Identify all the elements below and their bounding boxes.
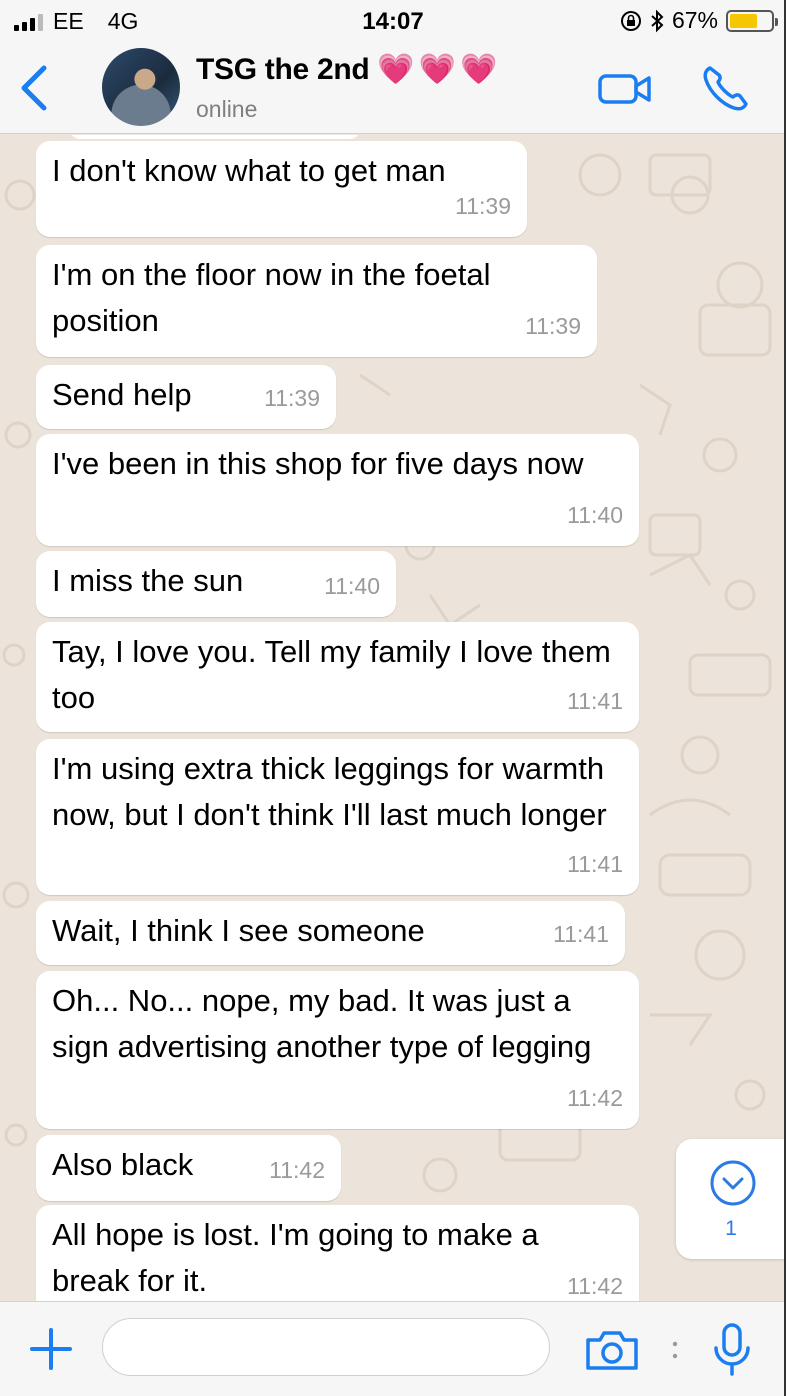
message-time: 11:39 (455, 193, 511, 219)
message-input[interactable] (102, 1318, 550, 1376)
message-bubble[interactable]: Send help 11:39 (36, 365, 336, 429)
battery-percent: 67% (671, 7, 718, 33)
message-bubble[interactable]: Wait, I think I see someone 11:41 (36, 901, 625, 965)
message-time: 11:40 (324, 573, 380, 599)
phone-icon[interactable] (700, 62, 752, 114)
contact-emoji: 💗💗💗 (377, 53, 502, 86)
chat-area[interactable]: I don't know what to get man 11:39 I'm o… (0, 135, 786, 1301)
message-time: 11:40 (567, 502, 623, 528)
message-text: Wait, I think I see someone (52, 913, 425, 948)
message-bubble[interactable]: I'm using extra thick leggings for warmt… (36, 739, 639, 895)
message-time: 11:39 (264, 385, 320, 411)
chevron-left-icon[interactable] (14, 62, 54, 114)
message-time: 11:39 (525, 313, 581, 339)
message-time: 11:41 (553, 921, 609, 947)
message-time: 11:42 (567, 1085, 623, 1111)
unread-count-badge: 1 (725, 1217, 737, 1240)
message-text: Oh... No... nope, my bad. It was just a … (52, 983, 592, 1064)
microphone-icon[interactable] (710, 1322, 754, 1378)
chevron-down-icon (710, 1160, 756, 1206)
message-text: I don't know what to get man (52, 153, 446, 188)
message-text: Tay, I love you. Tell my family I love t… (52, 634, 611, 715)
message-bubble[interactable]: I don't know what to get man 11:39 (36, 141, 527, 237)
message-text: All hope is lost. I'm going to make a br… (52, 1217, 539, 1298)
message-bubble[interactable]: I miss the sun 11:40 (36, 551, 396, 617)
bluetooth-icon (651, 9, 664, 32)
contact-name-text: TSG the 2nd (196, 53, 370, 86)
message-bubble[interactable]: I've been in this shop for five days now… (36, 434, 639, 546)
status-right: 67% (620, 7, 778, 34)
message-time: 11:41 (567, 688, 623, 714)
message-bubble[interactable]: I'm on the floor now in the foetal posit… (36, 245, 597, 357)
chat-header: TSG the 2nd 💗💗💗 online (0, 42, 786, 134)
battery-icon (726, 9, 778, 32)
message-text: I'm using extra thick leggings for warmt… (52, 751, 607, 832)
message-text: I'm on the floor now in the foetal posit… (52, 257, 491, 338)
message-time: 11:42 (567, 1273, 623, 1299)
contact-name[interactable]: TSG the 2nd 💗💗💗 (196, 52, 501, 87)
status-bar: EE 4G 14:07 67% (0, 0, 786, 42)
message-bubble[interactable]: Also black 11:42 (36, 1135, 341, 1201)
video-camera-icon[interactable] (597, 68, 653, 110)
plus-icon[interactable] (28, 1326, 74, 1372)
previous-message-edge (70, 135, 360, 139)
message-bubble[interactable]: All hope is lost. I'm going to make a br… (36, 1205, 639, 1301)
message-input-bar (0, 1301, 786, 1396)
avatar[interactable] (102, 48, 180, 126)
battery-level (730, 13, 757, 28)
message-text: I've been in this shop for five days now (52, 446, 584, 481)
camera-icon[interactable] (584, 1326, 640, 1372)
contact-status: online (196, 96, 258, 122)
message-bubble[interactable]: Oh... No... nope, my bad. It was just a … (36, 971, 639, 1129)
rotation-lock-icon (620, 10, 641, 31)
message-time: 11:41 (567, 851, 623, 877)
divider-dots (672, 1341, 678, 1359)
scroll-to-bottom-button[interactable]: 1 (676, 1139, 786, 1259)
message-bubble[interactable]: Tay, I love you. Tell my family I love t… (36, 622, 639, 732)
message-time: 11:42 (269, 1157, 325, 1183)
